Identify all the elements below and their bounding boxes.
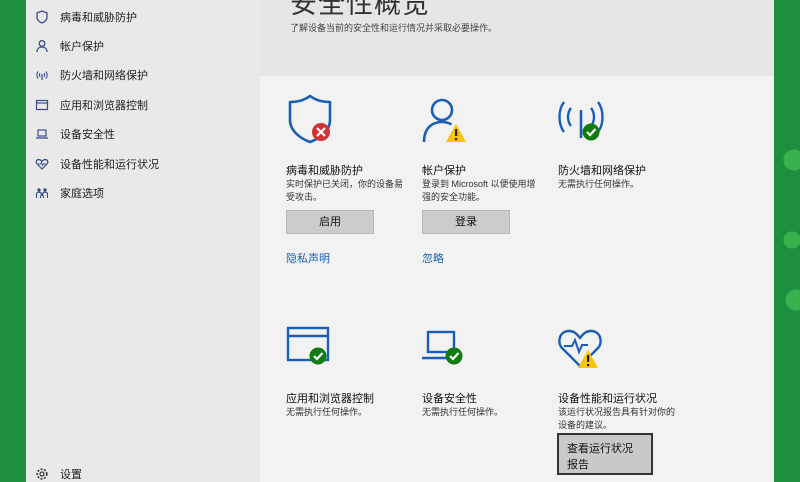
dismiss-link[interactable]: 忽略 [422, 250, 444, 266]
windows-security-window: 病毒和威胁防护 帐户保护 防火墙和网络保护 应用和浏览器控制 设备安全性 设备性… [26, 0, 774, 482]
tile-title: 帐户保护 [422, 165, 466, 177]
tile-title: 应用和浏览器控制 [286, 393, 374, 405]
tile-title: 设备性能和运行状况 [558, 393, 657, 405]
tile-title: 病毒和威胁防护 [286, 165, 363, 177]
desktop-background-right [774, 0, 800, 482]
heart-icon [35, 157, 49, 171]
gear-icon [35, 467, 49, 481]
sidebar-item-virus-protection[interactable]: 病毒和威胁防护 [26, 6, 260, 28]
tile-description: 登录到 Microsoft 以便使用增强的安全功能。 [422, 179, 536, 202]
sidebar-item-label: 应用和浏览器控制 [60, 100, 148, 112]
sidebar-item-family-options[interactable]: 家庭选项 [26, 182, 260, 204]
tile-description: 无需执行任何操作。 [558, 179, 640, 189]
wireless-icon [35, 68, 49, 82]
sidebar-item-label: 帐户保护 [60, 41, 104, 53]
tile-firewall: 防火墙和网络保护 无需执行任何操作。 [558, 98, 678, 218]
shield-error-icon [286, 94, 334, 146]
page-subtitle: 了解设备当前的安全性和运行情况并采取必要操作。 [290, 23, 498, 33]
tile-description: 无需执行任何操作。 [286, 407, 368, 417]
sidebar-item-device-security[interactable]: 设备安全性 [26, 123, 260, 145]
tile-title: 设备安全性 [422, 393, 477, 405]
tile-device-security: 设备安全性 无需执行任何操作。 [422, 326, 542, 446]
sidebar-item-label: 设备性能和运行状况 [60, 159, 159, 171]
sidebar-item-account-protection[interactable]: 帐户保护 [26, 35, 260, 57]
page-title: 安全性概览 [290, 0, 430, 19]
sign-in-button[interactable]: 登录 [422, 210, 510, 234]
browser-window-icon [35, 98, 49, 112]
heart-warning-icon [558, 326, 606, 374]
enable-button[interactable]: 启用 [286, 210, 374, 234]
tile-description: 实时保护已关闭，你的设备易受攻击。 [286, 179, 404, 202]
laptop-ok-icon [422, 326, 470, 374]
security-overview-panel: 病毒和威胁防护 实时保护已关闭，你的设备易受攻击。 启用 隐私声明 帐户保护 登… [260, 76, 774, 482]
desktop-background-left [0, 0, 26, 482]
sidebar-item-label: 病毒和威胁防护 [60, 12, 137, 24]
tile-title: 防火墙和网络保护 [558, 165, 646, 177]
settings-label: 设置 [60, 469, 82, 481]
sidebar-item-label: 设备安全性 [60, 129, 115, 141]
privacy-statement-link[interactable]: 隐私声明 [286, 250, 330, 266]
sidebar-item-label: 家庭选项 [60, 188, 104, 200]
shield-icon [35, 10, 49, 24]
family-icon [35, 186, 49, 200]
tile-description: 无需执行任何操作。 [422, 407, 504, 417]
sidebar-item-settings[interactable]: 设置 [26, 466, 260, 482]
sidebar-item-firewall[interactable]: 防火墙和网络保护 [26, 64, 260, 86]
tile-description: 该运行状况报告具有针对你的设备的建议。 [558, 407, 676, 430]
wireless-ok-icon [558, 98, 606, 146]
sidebar-item-device-performance[interactable]: 设备性能和运行状况 [26, 153, 260, 175]
browser-window-ok-icon [286, 326, 334, 374]
person-warning-icon [422, 98, 470, 146]
main-header: 安全性概览 了解设备当前的安全性和运行情况并采取必要操作。 [260, 0, 774, 76]
sidebar-item-label: 防火墙和网络保护 [60, 70, 148, 82]
sidebar: 病毒和威胁防护 帐户保护 防火墙和网络保护 应用和浏览器控制 设备安全性 设备性… [26, 0, 260, 482]
tile-app-browser-control: 应用和浏览器控制 无需执行任何操作。 [286, 326, 406, 446]
person-icon [35, 39, 49, 53]
view-health-report-button[interactable]: 查看运行状况报告 [557, 433, 653, 475]
sidebar-item-app-browser-control[interactable]: 应用和浏览器控制 [26, 94, 260, 116]
laptop-icon [35, 127, 49, 141]
